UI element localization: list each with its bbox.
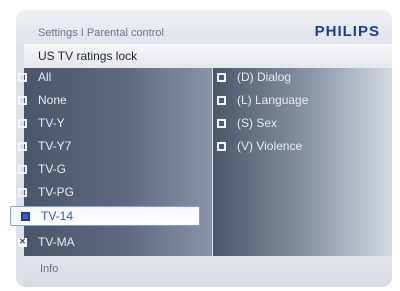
checkbox-icon[interactable]	[217, 118, 226, 128]
brand-logo: PHILIPS	[314, 23, 380, 40]
pencil-checkbox-icon[interactable]	[21, 211, 30, 221]
checkbox-icon[interactable]	[18, 164, 27, 174]
rating-option-label: TV-14	[41, 209, 74, 223]
rating-option-all[interactable]: All	[8, 67, 184, 87]
breadcrumb: Settings I Parental control	[38, 27, 164, 39]
checkbox-icon[interactable]	[217, 95, 226, 105]
content-option-language[interactable]: (L) Language	[207, 90, 372, 110]
rating-option-label: TV-G	[38, 162, 67, 176]
rating-option-label: TV-MA	[38, 235, 75, 249]
info-label: Info	[40, 263, 59, 275]
checkbox-icon[interactable]	[18, 118, 27, 128]
rating-option-label: TV-Y7	[38, 139, 72, 153]
checkbox-icon[interactable]	[18, 95, 27, 105]
rating-option-tv-g[interactable]: TV-G	[8, 159, 184, 179]
content-option-sex[interactable]: (S) Sex	[207, 113, 372, 133]
content-option-label: (L) Language	[237, 93, 309, 107]
rating-option-tv-y7[interactable]: TV-Y7	[8, 136, 184, 156]
checked-checkbox-icon[interactable]	[18, 237, 27, 247]
rating-option-label: TV-PG	[38, 185, 75, 199]
rating-option-label: TV-Y	[38, 116, 65, 130]
top-bar: Settings I Parental control PHILIPS	[16, 10, 392, 44]
rating-option-tv-y[interactable]: TV-Y	[8, 113, 184, 133]
rating-option-none[interactable]: None	[8, 90, 184, 110]
content-option-label: (S) Sex	[237, 116, 278, 130]
content-option-label: (V) Violence	[237, 139, 303, 153]
checkbox-icon[interactable]	[18, 187, 27, 197]
rating-option-tv-ma[interactable]: TV-MA	[8, 232, 184, 252]
checkbox-icon[interactable]	[18, 72, 27, 82]
section-header: US TV ratings lock	[24, 44, 392, 69]
rating-option-tv-14[interactable]: TV-14	[10, 206, 200, 226]
content-option-dialog[interactable]: (D) Dialog	[207, 67, 372, 87]
checkbox-icon[interactable]	[217, 72, 226, 82]
content-option-violence[interactable]: (V) Violence	[207, 136, 372, 156]
checkbox-icon[interactable]	[18, 141, 27, 151]
footer-bar: Info	[24, 256, 392, 287]
rating-option-label: None	[38, 93, 67, 107]
content-option-label: (D) Dialog	[237, 70, 292, 84]
rating-option-label: All	[38, 70, 52, 84]
rating-option-tv-pg[interactable]: TV-PG	[8, 182, 184, 202]
section-title: US TV ratings lock	[38, 49, 138, 63]
checkbox-icon[interactable]	[217, 141, 226, 151]
